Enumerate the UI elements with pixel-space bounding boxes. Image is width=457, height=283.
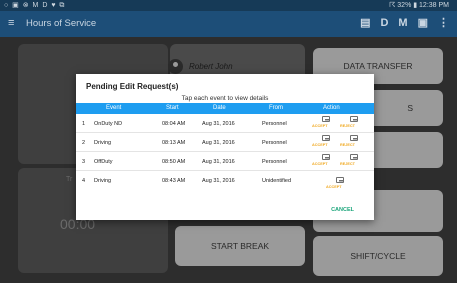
col-date: Date bbox=[213, 105, 226, 111]
shift-cycle-button[interactable]: SHIFT/CYCLE bbox=[313, 236, 443, 276]
row-number: 1 bbox=[82, 121, 86, 127]
dialog-title: Pending Edit Request(s) bbox=[86, 82, 179, 91]
reject-button[interactable]: REJECT bbox=[340, 135, 368, 151]
start-break-button[interactable]: START BREAK bbox=[175, 226, 305, 266]
status-bar: ○ ▣ ⊗ M D ♥ ⧉ ☈ 32% ▮ 12:38 PM bbox=[0, 0, 457, 11]
row-event: OnDuty ND bbox=[94, 121, 123, 127]
row-date: Aug 31, 2016 bbox=[202, 140, 235, 146]
accept-icon bbox=[336, 177, 344, 183]
overflow-menu-icon[interactable]: ⋮ bbox=[438, 16, 449, 29]
reject-icon bbox=[350, 154, 358, 160]
status-battery-time: ☈ 32% ▮ 12:38 PM bbox=[389, 2, 449, 9]
accept-button[interactable]: ACCEPT bbox=[312, 116, 340, 132]
row-date: Aug 31, 2016 bbox=[202, 159, 235, 165]
dot-mode-button[interactable]: D bbox=[380, 17, 388, 29]
reject-icon bbox=[350, 135, 358, 141]
truncated-label: Tr bbox=[66, 176, 73, 183]
accept-icon bbox=[322, 154, 330, 160]
table-header: Event Start Date From Action bbox=[76, 103, 374, 114]
app-bar: ≡ Hours of Service ▤ D M ▣ ⋮ bbox=[0, 11, 457, 37]
app-title: Hours of Service bbox=[26, 18, 97, 29]
driver-info: Robert John bbox=[168, 59, 233, 74]
cancel-button[interactable]: CANCEL bbox=[331, 207, 354, 213]
row-from: Personnel bbox=[262, 159, 287, 165]
dialog-hint: Tap each event to view details bbox=[181, 95, 269, 102]
messages-button[interactable]: M bbox=[398, 17, 407, 29]
table-row[interactable]: 2 Driving 08:13 AM Aug 31, 2016 Personne… bbox=[76, 134, 374, 152]
app-bar-actions: ▤ D M ▣ ⋮ bbox=[360, 16, 449, 30]
accept-icon bbox=[322, 135, 330, 141]
col-event: Event bbox=[106, 105, 122, 111]
row-start: 08:04 AM bbox=[162, 121, 186, 127]
row-start: 08:50 AM bbox=[162, 159, 186, 165]
inspection-icon[interactable]: ▤ bbox=[360, 16, 370, 29]
row-event: Driving bbox=[94, 140, 112, 146]
row-event: OffDuty bbox=[94, 159, 113, 165]
col-action: Action bbox=[323, 105, 340, 111]
pending-edit-dialog: Pending Edit Request(s) Tap each event t… bbox=[76, 74, 374, 220]
row-date: Aug 31, 2016 bbox=[202, 121, 235, 127]
accept-button[interactable]: ACCEPT bbox=[326, 177, 354, 193]
col-start: Start bbox=[166, 105, 179, 111]
table-row[interactable]: 3 OffDuty 08:50 AM Aug 31, 2016 Personne… bbox=[76, 153, 374, 171]
driver-name: Robert John bbox=[189, 62, 233, 71]
reject-button[interactable]: REJECT bbox=[340, 154, 368, 170]
row-date: Aug 31, 2016 bbox=[202, 178, 235, 184]
row-number: 4 bbox=[82, 178, 86, 184]
status-icons: ○ ▣ ⊗ M D ♥ ⧉ bbox=[4, 2, 66, 9]
row-start: 08:43 AM bbox=[162, 178, 186, 184]
row-from: Unidentified bbox=[262, 178, 292, 184]
accept-button[interactable]: ACCEPT bbox=[312, 135, 340, 151]
row-start: 08:13 AM bbox=[162, 140, 186, 146]
row-number: 3 bbox=[82, 159, 86, 165]
device-icon[interactable]: ▣ bbox=[418, 16, 428, 29]
col-from: From bbox=[269, 105, 283, 111]
row-from: Personnel bbox=[262, 140, 287, 146]
avatar bbox=[168, 59, 183, 74]
row-from: Personnel bbox=[262, 121, 287, 127]
accept-button[interactable]: ACCEPT bbox=[312, 154, 340, 170]
row-event: Driving bbox=[94, 178, 112, 184]
table-row[interactable]: 1 OnDuty ND 08:04 AM Aug 31, 2016 Person… bbox=[76, 115, 374, 133]
row-number: 2 bbox=[82, 140, 86, 146]
table-row[interactable]: 4 Driving 08:43 AM Aug 31, 2016 Unidenti… bbox=[76, 172, 374, 194]
reject-button[interactable]: REJECT bbox=[340, 116, 368, 132]
menu-icon[interactable]: ≡ bbox=[8, 17, 14, 29]
accept-icon bbox=[322, 116, 330, 122]
reject-icon bbox=[350, 116, 358, 122]
